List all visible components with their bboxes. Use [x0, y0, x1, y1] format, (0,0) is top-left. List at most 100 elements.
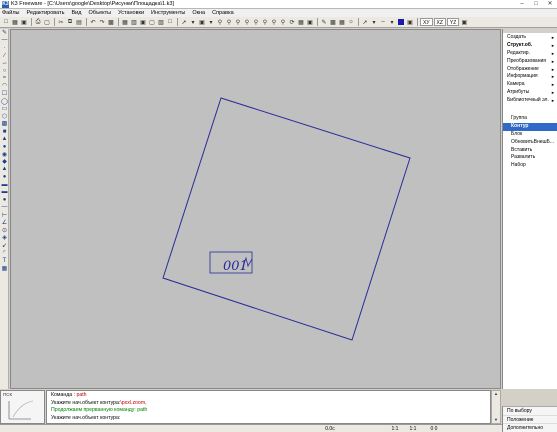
polyline-icon[interactable]: ∽ — [0, 59, 9, 67]
view-icon[interactable]: ▣ — [198, 18, 206, 26]
ucs-thumbnail[interactable]: ПСК — [0, 390, 45, 424]
close-button[interactable]: ✕ — [543, 0, 557, 9]
polygon-icon[interactable]: ⬡ — [0, 113, 9, 121]
option-by-selection[interactable]: По выбору — [503, 407, 557, 416]
sphere-icon[interactable]: ● — [0, 143, 9, 151]
menu-info[interactable]: Информация ► — [503, 73, 557, 81]
angle-icon[interactable]: ∠ — [0, 219, 9, 227]
pan-icon[interactable]: ⚲ — [279, 18, 287, 26]
pencil-icon[interactable]: ✎ — [0, 29, 9, 37]
axis-icon[interactable]: ➚ — [180, 18, 188, 26]
radius-icon[interactable]: ⊙ — [0, 226, 9, 234]
table-icon[interactable]: ▦ — [0, 264, 9, 272]
zoom-extents-icon[interactable]: ⚲ — [270, 18, 278, 26]
dropdown-icon[interactable]: ▾ — [207, 18, 215, 26]
line-icon[interactable]: ∕ — [0, 52, 9, 60]
menu-help[interactable]: Справка — [212, 10, 234, 16]
window-icon[interactable]: ▣ — [139, 18, 147, 26]
menu-struct[interactable]: Структ.об. ► — [503, 42, 557, 50]
material-icon[interactable]: ▦ — [338, 18, 346, 26]
pointer-icon[interactable]: ➚ — [361, 18, 369, 26]
rectangle-icon[interactable]: ▭ — [0, 105, 9, 113]
zoom-window-icon[interactable]: ⚲ — [234, 18, 242, 26]
pen-icon[interactable]: ✎ — [320, 18, 328, 26]
menu-attributes[interactable]: Атрибуты ► — [503, 89, 557, 97]
save-icon[interactable]: ▣ — [20, 18, 28, 26]
render-icon[interactable]: ▦ — [297, 18, 305, 26]
redraw-icon[interactable]: ⟳ — [288, 18, 296, 26]
option-additional[interactable]: Дополнительно — [503, 424, 557, 432]
zoom-fit-icon[interactable]: ⚲ — [261, 18, 269, 26]
menu-edit-panel[interactable]: Редактир. ► — [503, 50, 557, 58]
copy-icon[interactable]: ⧉ — [66, 18, 74, 26]
paste-icon[interactable]: ▤ — [75, 18, 83, 26]
prism-icon[interactable]: ■ — [0, 128, 9, 136]
extrude-icon[interactable]: ▲ — [0, 166, 9, 174]
hatch-icon[interactable]: ◈ — [0, 234, 9, 242]
cut-icon[interactable]: ✂ — [57, 18, 65, 26]
layers-icon[interactable]: ▧ — [130, 18, 138, 26]
panel-icon[interactable]: ▨ — [157, 18, 165, 26]
menu-objects[interactable]: Объекты — [88, 10, 111, 16]
hide-icon[interactable]: ▣ — [306, 18, 314, 26]
mesh-icon[interactable]: ● — [0, 196, 9, 204]
line-style-icon[interactable]: – — [379, 18, 387, 26]
scroll-down-icon[interactable]: ▼ — [492, 417, 500, 423]
ellipse-icon[interactable]: ◯ — [0, 97, 9, 105]
text-icon[interactable]: T — [0, 257, 9, 265]
view-xy-button[interactable]: ХУ — [420, 18, 433, 26]
maximize-button[interactable]: □ — [529, 0, 543, 9]
option-position[interactable]: Положение — [503, 416, 557, 424]
command-console[interactable]: Команда : path Укажите нач.объект контур… — [46, 390, 491, 424]
menu-tools[interactable]: Инструменты — [151, 10, 185, 16]
dropdown-icon[interactable]: ▾ — [189, 18, 197, 26]
menu-library[interactable]: Библиотечный эл. ► — [503, 97, 557, 105]
undo-icon[interactable]: ↶ — [89, 18, 97, 26]
open-folder-icon[interactable]: ▦ — [11, 18, 19, 26]
torus-icon[interactable]: ◉ — [0, 151, 9, 159]
submenu-explode[interactable]: Развалить — [503, 154, 557, 162]
spline-icon[interactable]: ≈ — [0, 75, 9, 83]
dropdown-icon[interactable]: ▾ — [370, 18, 378, 26]
menu-windows[interactable]: Окна — [192, 10, 205, 16]
print-icon[interactable]: ⎙ — [34, 18, 42, 26]
console-scrollbar[interactable]: ▲ ▼ — [491, 390, 501, 424]
view-3d-icon[interactable]: ▣ — [460, 18, 468, 26]
cone-icon[interactable]: ▲ — [0, 135, 9, 143]
menu-view[interactable]: Вид — [71, 10, 81, 16]
menu-transform[interactable]: Преобразования ► — [503, 58, 557, 66]
menu-camera[interactable]: Камера ► — [503, 81, 557, 89]
sweep-icon[interactable]: ▬ — [0, 181, 9, 189]
box-icon[interactable]: ☐ — [0, 90, 9, 98]
revolve-icon[interactable]: ● — [0, 173, 9, 181]
cylinder-icon[interactable]: ▩ — [0, 120, 9, 128]
light-icon[interactable]: ☼ — [347, 18, 355, 26]
color-picker-icon[interactable]: ▣ — [406, 18, 414, 26]
point-icon[interactable]: · — [0, 44, 9, 52]
preview-icon[interactable]: ▢ — [43, 18, 51, 26]
submenu-insert[interactable]: Вставить — [503, 147, 557, 155]
zoom-out-icon[interactable]: ⚲ — [225, 18, 233, 26]
minimize-button[interactable]: – — [515, 0, 529, 9]
attribute-icon[interactable]: ⌜ — [0, 249, 9, 257]
surface-icon[interactable]: ▬ — [0, 188, 9, 196]
submenu-block[interactable]: Блок — [503, 131, 557, 139]
leader-icon[interactable]: ↙ — [0, 242, 9, 250]
submenu-contour[interactable]: Контур — [503, 122, 557, 131]
fill-icon[interactable]: ▩ — [329, 18, 337, 26]
redo-icon[interactable]: ↷ — [98, 18, 106, 26]
new-file-icon[interactable]: □ — [2, 18, 10, 26]
zoom-all-icon[interactable]: ⚲ — [243, 18, 251, 26]
dropdown-icon[interactable]: ▾ — [388, 18, 396, 26]
dimension-icon[interactable]: ⊢ — [0, 211, 9, 219]
solid-icon[interactable]: ◆ — [0, 158, 9, 166]
submenu-group[interactable]: Группа — [503, 115, 557, 123]
menu-create[interactable]: Создать ► — [503, 34, 557, 42]
view-yz-button[interactable]: YZ — [446, 18, 460, 26]
grid-icon[interactable]: ▦ — [121, 18, 129, 26]
copy-format-icon[interactable]: ▩ — [107, 18, 115, 26]
view-xz-button[interactable]: ХZ — [433, 18, 446, 26]
color-swatch-icon[interactable] — [397, 18, 405, 26]
border-icon[interactable]: □ — [166, 18, 174, 26]
zoom-prev-icon[interactable]: ⚲ — [252, 18, 260, 26]
